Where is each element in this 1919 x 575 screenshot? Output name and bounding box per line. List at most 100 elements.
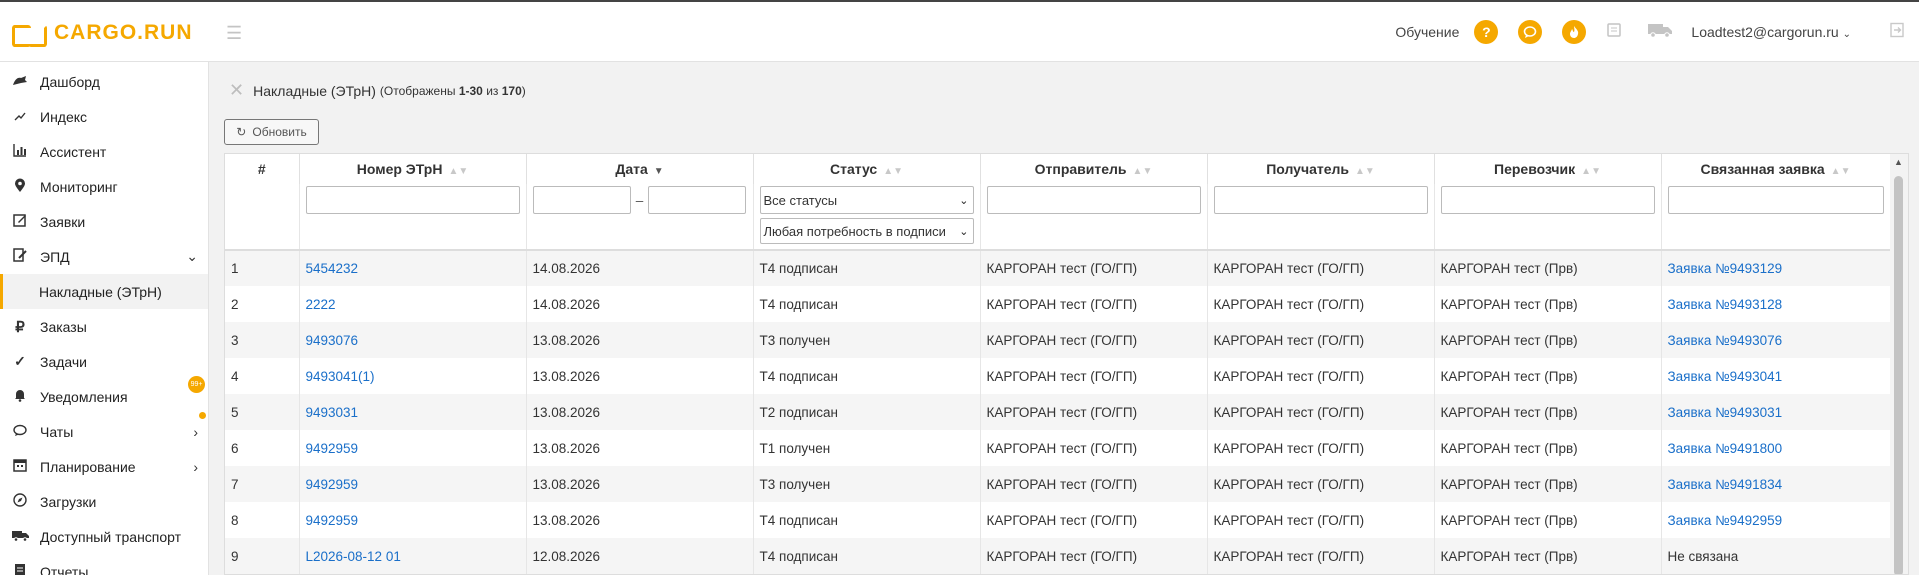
chat-bubble-icon bbox=[11, 424, 29, 440]
waybill-link[interactable]: 9492959 bbox=[306, 513, 359, 528]
sidebar-item-tasks[interactable]: ✓ Задачи bbox=[0, 344, 208, 379]
sidebar-item-orders[interactable]: ₽ Заказы bbox=[0, 309, 208, 344]
sidebar-item-monitoring[interactable]: Мониторинг bbox=[0, 169, 208, 204]
column-header-carrier[interactable]: Перевозчик ▲▼ bbox=[1434, 154, 1662, 184]
sidebar-item-epd[interactable]: ЭПД ⌄ bbox=[0, 239, 208, 274]
waybill-status: Т4 подписан bbox=[753, 502, 981, 538]
table-row[interactable]: 1 5454232 14.08.2026 Т4 подписан КАРГОРА… bbox=[225, 250, 1891, 286]
sidebar-item-reports[interactable]: Отчеты bbox=[0, 554, 208, 575]
table-row[interactable]: 5 9493031 13.08.2026 Т2 подписан КАРГОРА… bbox=[225, 394, 1891, 430]
user-menu[interactable]: Loadtest2@cargorun.ru ⌄ bbox=[1691, 24, 1851, 40]
waybill-link[interactable]: L2026-08-12 01 bbox=[306, 549, 401, 564]
sidebar-item-planning[interactable]: Планирование › bbox=[0, 449, 208, 484]
vertical-scrollbar[interactable]: ▲ bbox=[1890, 154, 1908, 574]
linked-request-link[interactable]: Заявка №9493129 bbox=[1668, 261, 1783, 276]
table-row[interactable]: 3 9493076 13.08.2026 Т3 получен КАРГОРАН… bbox=[225, 322, 1891, 358]
filter-cell-number bbox=[225, 184, 300, 251]
waybill-sender: КАРГОРАН тест (ГО/ГП) bbox=[980, 538, 1208, 574]
table-row[interactable]: 9 L2026-08-12 01 12.08.2026 Т4 подписан … bbox=[225, 538, 1891, 574]
sidebar-item-assistant[interactable]: Ассистент bbox=[0, 134, 208, 169]
close-icon[interactable]: ✕ bbox=[229, 80, 244, 101]
column-header-receiver[interactable]: Получатель ▲▼ bbox=[1207, 154, 1435, 184]
waybill-carrier: КАРГОРАН тест (Прв) bbox=[1434, 286, 1662, 322]
waybill-filter-input[interactable] bbox=[305, 186, 520, 214]
waybill-sender: КАРГОРАН тест (ГО/ГП) bbox=[980, 466, 1208, 502]
sidebar-item-available-transport[interactable]: Доступный транспорт bbox=[0, 519, 208, 554]
waybill-number: 9492959 bbox=[299, 502, 527, 538]
sidebar-item-loads[interactable]: Загрузки bbox=[0, 484, 208, 519]
truck-icon[interactable] bbox=[1647, 22, 1673, 43]
waybill-link[interactable]: 9493076 bbox=[306, 333, 359, 348]
user-email: Loadtest2@cargorun.ru bbox=[1691, 24, 1839, 40]
date-from-input[interactable] bbox=[532, 186, 631, 214]
status-select[interactable]: Все статусы ⌄ bbox=[759, 186, 974, 214]
scroll-up-icon[interactable]: ▲ bbox=[1894, 157, 1903, 167]
linked-request-link[interactable]: Заявка №9491834 bbox=[1668, 477, 1783, 492]
linked-request-link[interactable]: Заявка №9493031 bbox=[1668, 405, 1783, 420]
linked-request: Заявка №9491800 bbox=[1661, 430, 1891, 466]
signature-select[interactable]: Любая потребность в подписи ⌄ bbox=[759, 218, 974, 244]
scrollbar-thumb[interactable] bbox=[1894, 176, 1903, 574]
fire-icon[interactable] bbox=[1562, 20, 1587, 44]
linked-request-link[interactable]: Заявка №9492959 bbox=[1668, 513, 1783, 528]
linked-request-link[interactable]: Заявка №9491800 bbox=[1668, 441, 1783, 456]
linked-request-link[interactable]: Заявка №9493076 bbox=[1668, 333, 1783, 348]
table-row[interactable]: 6 9492959 13.08.2026 Т1 получен КАРГОРАН… bbox=[225, 430, 1891, 466]
report-icon bbox=[11, 563, 29, 575]
sidebar-subitem-label: Накладные (ЭТрН) bbox=[39, 283, 162, 300]
logout-icon[interactable] bbox=[1889, 22, 1905, 43]
book-icon[interactable] bbox=[1606, 22, 1622, 43]
linked-request-link[interactable]: Заявка №9493041 bbox=[1668, 369, 1783, 384]
sort-icon: ▲▼ bbox=[1830, 166, 1851, 177]
row-number: 3 bbox=[225, 322, 300, 358]
chevron-right-icon: › bbox=[193, 423, 198, 440]
sidebar-item-label: Доступный транспорт bbox=[40, 528, 182, 545]
column-header-waybill[interactable]: Номер ЭТрН ▲▼ bbox=[299, 154, 527, 184]
bar-chart-icon bbox=[11, 143, 29, 160]
edit-icon bbox=[11, 213, 29, 230]
sidebar-item-chats[interactable]: Чаты › bbox=[0, 414, 208, 449]
waybill-carrier: КАРГОРАН тест (Прв) bbox=[1434, 538, 1662, 574]
sidebar-item-dashboard[interactable]: Дашборд bbox=[0, 64, 208, 99]
receiver-filter-input[interactable] bbox=[1213, 186, 1428, 214]
waybill-carrier: КАРГОРАН тест (Прв) bbox=[1434, 358, 1662, 394]
waybill-carrier: КАРГОРАН тест (Прв) bbox=[1434, 430, 1662, 466]
column-header-sender[interactable]: Отправитель ▲▼ bbox=[980, 154, 1208, 184]
carrier-filter-input[interactable] bbox=[1440, 186, 1655, 214]
hamburger-icon[interactable]: ☰ bbox=[226, 24, 242, 42]
filter-cell-date: – bbox=[526, 184, 754, 251]
table-row[interactable]: 8 9492959 13.08.2026 Т4 подписан КАРГОРА… bbox=[225, 502, 1891, 538]
waybill-link[interactable]: 2222 bbox=[306, 297, 336, 312]
waybill-link[interactable]: 9493031 bbox=[306, 405, 359, 420]
waybill-link[interactable]: 9492959 bbox=[306, 441, 359, 456]
learning-link[interactable]: Обучение bbox=[1395, 24, 1459, 40]
table-row[interactable]: 2 2222 14.08.2026 Т4 подписан КАРГОРАН т… bbox=[225, 286, 1891, 322]
waybill-link[interactable]: 5454232 bbox=[306, 261, 359, 276]
table-row[interactable]: 7 9492959 13.08.2026 Т3 получен КАРГОРАН… bbox=[225, 466, 1891, 502]
column-header-status[interactable]: Статус ▲▼ bbox=[753, 154, 981, 184]
chat-icon[interactable] bbox=[1518, 20, 1543, 44]
trend-icon bbox=[11, 109, 29, 125]
column-header-linked-request[interactable]: Связанная заявка ▲▼ bbox=[1661, 154, 1891, 184]
waybill-carrier: КАРГОРАН тест (Прв) bbox=[1434, 466, 1662, 502]
sidebar-item-notifications[interactable]: Уведомления bbox=[0, 379, 208, 414]
sidebar-item-requests[interactable]: Заявки bbox=[0, 204, 208, 239]
refresh-icon: ↻ bbox=[236, 125, 247, 139]
waybill-link[interactable]: 9492959 bbox=[306, 477, 359, 492]
logo[interactable]: CARGO.RUN bbox=[12, 21, 193, 47]
linked-request-link[interactable]: Заявка №9493128 bbox=[1668, 297, 1783, 312]
filter-row: – Все статусы ⌄ Любая потребность в подпи… bbox=[225, 184, 1891, 251]
date-to-input[interactable] bbox=[648, 186, 747, 214]
help-icon[interactable]: ? bbox=[1474, 20, 1499, 44]
sender-filter-input[interactable] bbox=[986, 186, 1201, 214]
waybill-link[interactable]: 9493041(1) bbox=[306, 369, 375, 384]
refresh-button[interactable]: ↻ Обновить bbox=[224, 119, 319, 145]
records-count: (Отображены 1-30 из 170) bbox=[380, 84, 526, 98]
map-pin-icon bbox=[11, 178, 29, 196]
linked-request-filter-input[interactable] bbox=[1667, 186, 1884, 214]
sidebar-subitem-waybills[interactable]: Накладные (ЭТрН) bbox=[0, 274, 208, 309]
sidebar-item-index[interactable]: Индекс bbox=[0, 99, 208, 134]
waybill-receiver: КАРГОРАН тест (ГО/ГП) bbox=[1207, 286, 1435, 322]
table-row[interactable]: 4 9493041(1) 13.08.2026 Т4 подписан КАРГ… bbox=[225, 358, 1891, 394]
column-header-date[interactable]: Дата ▼ bbox=[526, 154, 754, 184]
